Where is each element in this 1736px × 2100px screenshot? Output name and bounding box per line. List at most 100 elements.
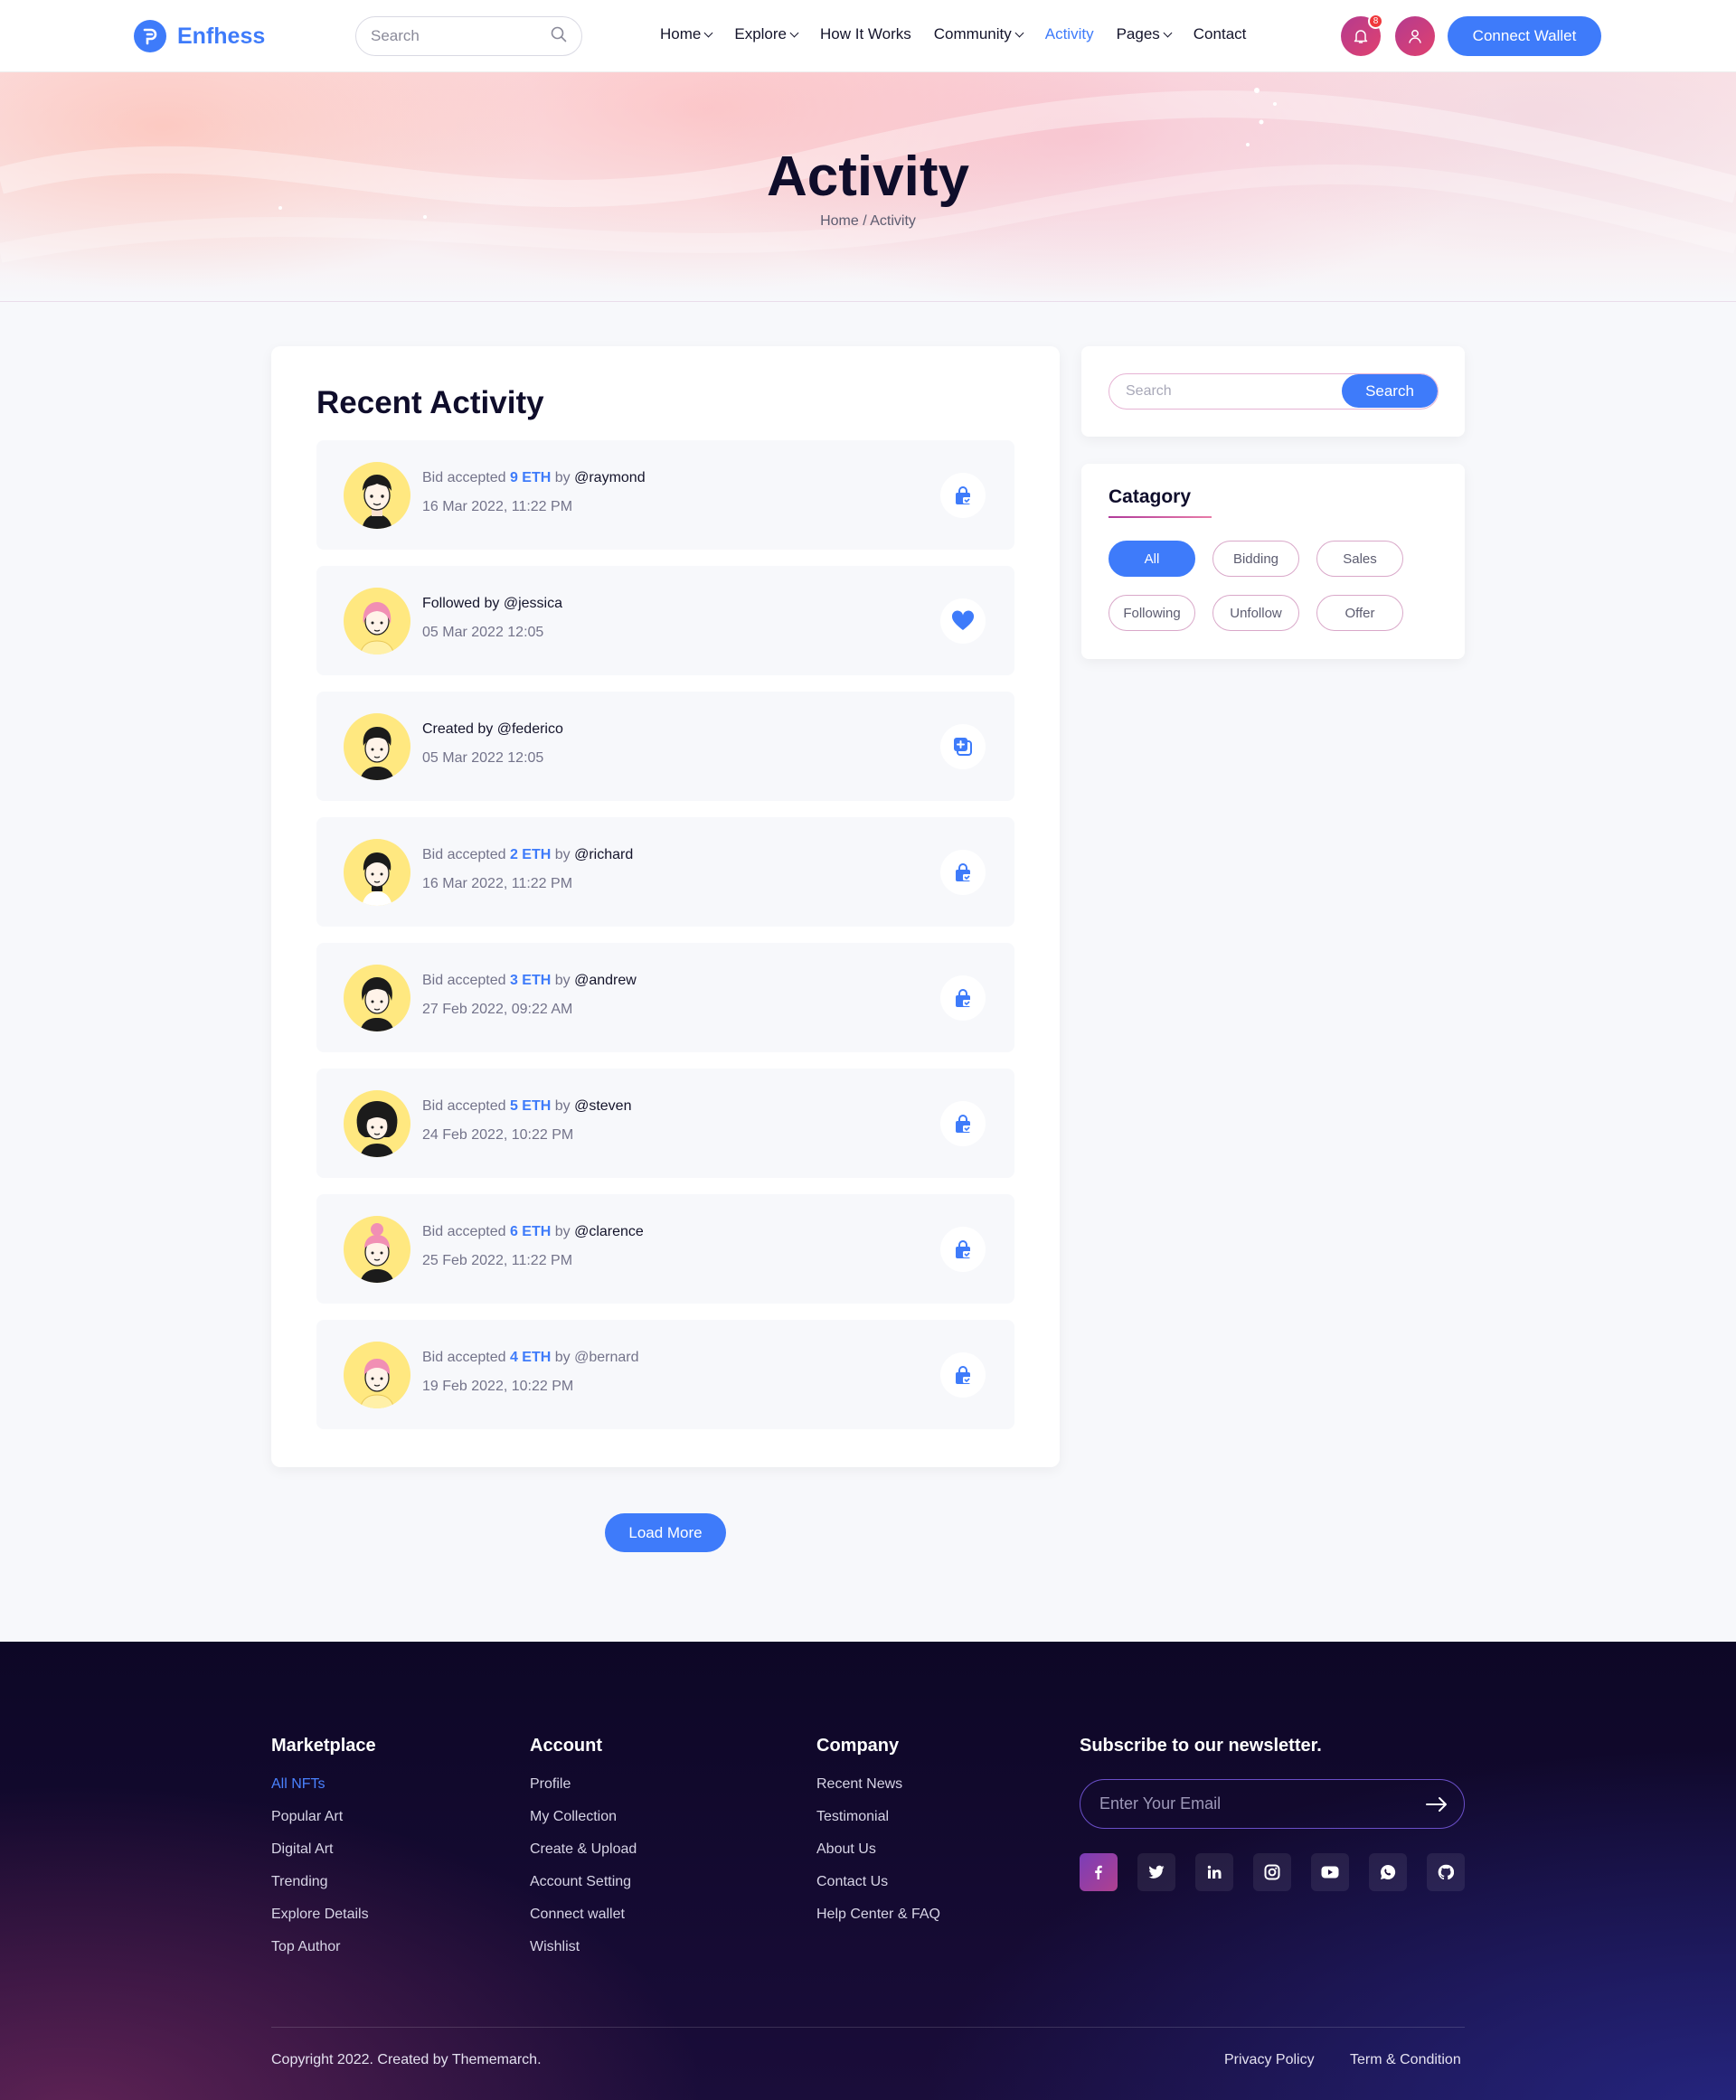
sidebar-search: Search [1109, 373, 1439, 410]
activity-description: Bid accepted 9 ETH by @raymond [422, 470, 646, 485]
footer-link[interactable]: About Us [816, 1841, 940, 1873]
sidebar-search-input[interactable] [1126, 374, 1334, 408]
footer-link[interactable]: Contact Us [816, 1873, 940, 1906]
arrow-right-icon[interactable] [1424, 1792, 1449, 1817]
activity-description: Followed by @jessica [422, 596, 562, 611]
category-title: Catagory [1109, 486, 1192, 507]
github-icon[interactable] [1427, 1853, 1465, 1891]
nav-activity[interactable]: Activity [1045, 25, 1094, 43]
twitter-icon[interactable] [1137, 1853, 1175, 1891]
activity-time: 25 Feb 2022, 11:22 PM [422, 1253, 573, 1268]
load-more-button[interactable]: Load More [605, 1513, 726, 1552]
bag-icon [940, 1352, 986, 1398]
nav-community[interactable]: Community [933, 25, 1024, 43]
terms-link[interactable]: Term & Condition [1350, 2052, 1461, 2068]
category-pill-bidding[interactable]: Bidding [1212, 541, 1299, 577]
nav-how-it-works[interactable]: How It Works [820, 25, 911, 43]
activity-item[interactable]: Bid accepted 4 ETH by @bernard 19 Feb 20… [316, 1320, 1014, 1429]
recent-activity-title: Recent Activity [316, 385, 544, 420]
activity-time: 19 Feb 2022, 10:22 PM [422, 1379, 574, 1394]
footer-heading-marketplace: Marketplace [271, 1736, 376, 1756]
activity-item[interactable]: Bid accepted 5 ETH by @steven 24 Feb 202… [316, 1069, 1014, 1178]
footer-link[interactable]: Top Author [271, 1938, 369, 1971]
nav-activity-label: Activity [1044, 25, 1094, 42]
facebook-icon[interactable] [1080, 1853, 1118, 1891]
footer-heading-company: Company [816, 1736, 900, 1756]
whatsapp-icon[interactable] [1369, 1853, 1407, 1891]
breadcrumb[interactable]: Home / Activity [0, 213, 1736, 230]
profile-button[interactable] [1395, 16, 1435, 56]
footer-link[interactable]: My Collection [530, 1808, 637, 1841]
activity-description: Created by @federico [422, 721, 563, 737]
footer-link[interactable]: Help Center & FAQ [816, 1906, 940, 1938]
activity-time: 24 Feb 2022, 10:22 PM [422, 1127, 574, 1143]
activity-item[interactable]: Bid accepted 2 ETH by @richard 16 Mar 20… [316, 817, 1014, 927]
chevron-down-icon [703, 28, 713, 37]
footer-link[interactable]: Testimonial [816, 1808, 940, 1841]
avatar [344, 462, 410, 529]
activity-item[interactable]: Created by @federico 05 Mar 2022 12:05 [316, 692, 1014, 801]
footer-link[interactable]: Wishlist [530, 1938, 637, 1971]
nav-how-it-works-label: How It Works [820, 25, 911, 42]
footer-heading-account: Account [530, 1736, 602, 1756]
activity-item[interactable]: Followed by @jessica 05 Mar 2022 12:05 [316, 566, 1014, 675]
chevron-down-icon [1014, 28, 1024, 37]
logo[interactable]: Enfhess [134, 20, 265, 52]
footer-link[interactable]: All NFTs [271, 1775, 369, 1808]
chevron-down-icon [1163, 28, 1173, 37]
activity-description: Bid accepted 6 ETH by @clarence [422, 1224, 644, 1239]
nav-pages[interactable]: Pages [1117, 25, 1173, 43]
brand-name: Enfhess [177, 23, 266, 49]
activity-description: Bid accepted 3 ETH by @andrew [422, 973, 637, 988]
footer-link[interactable]: Connect wallet [530, 1906, 637, 1938]
bag-icon [940, 850, 986, 895]
nav-contact-label: Contact [1193, 25, 1247, 42]
category-pill-following[interactable]: Following [1109, 595, 1195, 631]
footer-link[interactable]: Create & Upload [530, 1841, 637, 1873]
bell-icon [1354, 30, 1368, 43]
bag-icon [940, 1101, 986, 1146]
privacy-policy-link[interactable]: Privacy Policy [1224, 2052, 1315, 2068]
category-pill-sales[interactable]: Sales [1316, 541, 1403, 577]
activity-item[interactable]: Bid accepted 6 ETH by @clarence 25 Feb 2… [316, 1194, 1014, 1304]
category-pill-all[interactable]: All [1109, 541, 1195, 577]
nav-home[interactable]: Home [660, 25, 713, 43]
footer-link[interactable]: Digital Art [271, 1841, 369, 1873]
footer-link[interactable]: Explore Details [271, 1906, 369, 1938]
footer-link[interactable]: Recent News [816, 1775, 940, 1808]
sidebar-search-button[interactable]: Search [1342, 374, 1438, 408]
sidebar-search-card: Search [1081, 346, 1465, 437]
avatar [344, 1090, 410, 1157]
footer-link[interactable]: Popular Art [271, 1808, 369, 1841]
connect-wallet-button[interactable]: Connect Wallet [1448, 16, 1601, 56]
nav-home-label: Home [660, 25, 702, 42]
nav-explore[interactable]: Explore [734, 25, 799, 43]
nav-community-label: Community [933, 25, 1012, 42]
activity-description: Bid accepted 5 ETH by @steven [422, 1098, 632, 1114]
nav-contact[interactable]: Contact [1194, 25, 1247, 43]
category-pill-unfollow[interactable]: Unfollow [1212, 595, 1299, 631]
activity-item[interactable]: Bid accepted 3 ETH by @andrew 27 Feb 202… [316, 943, 1014, 1052]
activity-time: 16 Mar 2022, 11:22 PM [422, 499, 573, 514]
instagram-icon[interactable] [1253, 1853, 1291, 1891]
category-pill-offer[interactable]: Offer [1316, 595, 1403, 631]
header-search-input[interactable] [371, 27, 533, 45]
activity-description: Bid accepted 4 ETH by @bernard [422, 1350, 639, 1365]
search-icon[interactable] [551, 26, 567, 47]
avatar [344, 839, 410, 906]
newsletter-email-input[interactable] [1099, 1780, 1389, 1827]
notification-button[interactable]: 8 [1341, 14, 1383, 56]
avatar [344, 1216, 410, 1283]
page-title: Activity [767, 146, 969, 208]
footer-links-account: Profile My Collection Create & Upload Ac… [530, 1775, 637, 1971]
footer-link[interactable]: Profile [530, 1775, 637, 1808]
copyright: Copyright 2022. Created by Thememarch. [271, 2052, 542, 2067]
activity-item[interactable]: Bid accepted 9 ETH by @raymond 16 Mar 20… [316, 440, 1014, 550]
activity-description: Bid accepted 2 ETH by @richard [422, 847, 634, 862]
activity-time: 05 Mar 2022 12:05 [422, 750, 544, 766]
footer-link[interactable]: Account Setting [530, 1873, 637, 1906]
youtube-icon[interactable] [1311, 1853, 1349, 1891]
chevron-down-icon [789, 28, 799, 37]
linkedin-icon[interactable] [1195, 1853, 1233, 1891]
footer-link[interactable]: Trending [271, 1873, 369, 1906]
